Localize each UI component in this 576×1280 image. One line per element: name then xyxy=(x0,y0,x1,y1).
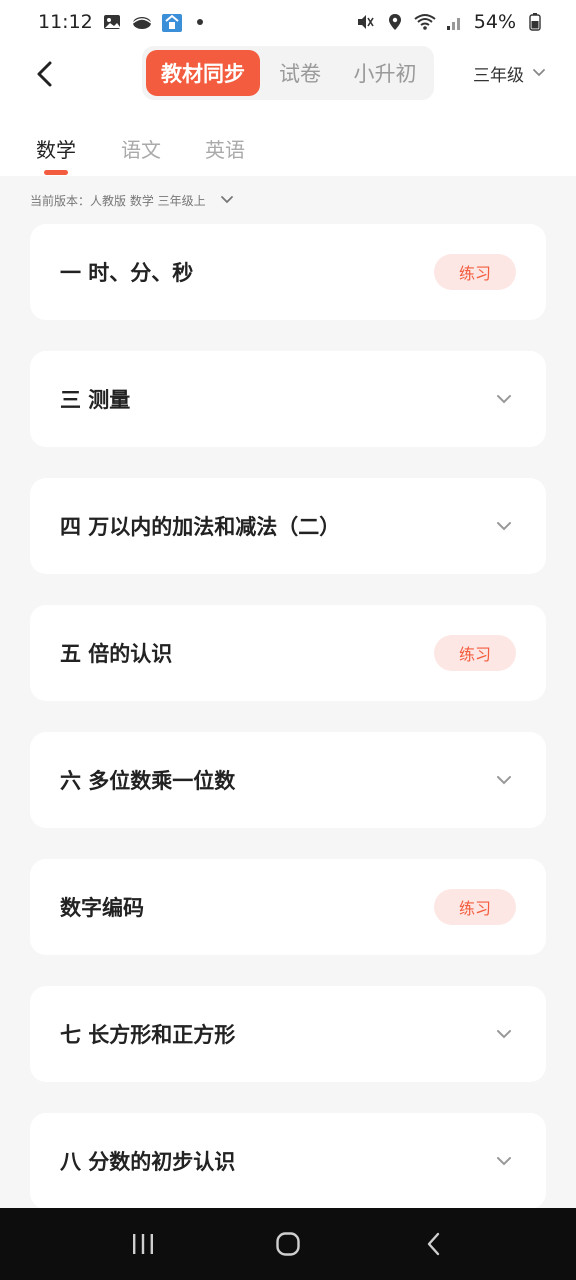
recent-apps-button[interactable] xyxy=(123,1224,163,1264)
tab-english[interactable]: 英语 xyxy=(205,134,245,163)
chapter-card[interactable]: 八 分数的初步认识 xyxy=(30,1113,546,1209)
chapter-title: 五 倍的认识 xyxy=(60,642,173,666)
segment-textbook-sync[interactable]: 教材同步 xyxy=(146,50,260,96)
cloud-icon xyxy=(131,11,153,33)
system-nav-bar xyxy=(0,1208,576,1280)
grade-selector[interactable]: 三年级 xyxy=(473,56,546,90)
segment-primary-to-middle[interactable]: 小升初 xyxy=(340,50,430,96)
status-left: 11:12 xyxy=(38,11,203,33)
recent-apps-icon xyxy=(132,1234,153,1254)
back-button[interactable] xyxy=(24,52,64,96)
chapter-title: 四 万以内的加法和减法（二） xyxy=(60,515,341,539)
chapter-card[interactable]: 七 长方形和正方形 xyxy=(30,986,546,1082)
system-back-button[interactable] xyxy=(413,1224,453,1264)
app-notification-icon xyxy=(161,11,183,33)
chevron-down-icon[interactable] xyxy=(494,1151,514,1171)
segment-control: 教材同步 试卷 小升初 xyxy=(142,46,434,100)
header: 教材同步 试卷 小升初 三年级 xyxy=(0,44,576,104)
practice-button[interactable]: 练习 xyxy=(434,254,516,290)
back-icon xyxy=(428,1232,440,1256)
tab-math[interactable]: 数学 xyxy=(36,134,76,163)
location-icon xyxy=(384,11,406,33)
chevron-down-icon[interactable] xyxy=(494,389,514,409)
home-button[interactable] xyxy=(268,1224,308,1264)
mute-icon xyxy=(354,11,376,33)
chapter-card[interactable]: 数字编码 练习 xyxy=(30,859,546,955)
chevron-down-icon xyxy=(220,196,233,204)
status-time: 11:12 xyxy=(38,11,93,33)
chapter-title: 八 分数的初步认识 xyxy=(60,1150,236,1174)
status-right: 54% xyxy=(354,11,546,33)
chapter-card[interactable]: 一 时、分、秒 练习 xyxy=(30,224,546,320)
grade-label: 三年级 xyxy=(473,65,524,86)
signal-icon xyxy=(444,11,466,33)
chapter-card[interactable]: 五 倍的认识 练习 xyxy=(30,605,546,701)
wifi-icon xyxy=(414,11,436,33)
chapter-card[interactable]: 三 测量 xyxy=(30,351,546,447)
chevron-down-icon[interactable] xyxy=(494,770,514,790)
gallery-icon xyxy=(101,11,123,33)
chapter-title: 七 长方形和正方形 xyxy=(60,1023,236,1047)
version-selector[interactable]: 当前版本：人教版 数学 三年级上 xyxy=(30,188,234,212)
chapter-title: 一 时、分、秒 xyxy=(60,261,194,285)
chevron-down-icon xyxy=(533,69,545,77)
home-icon xyxy=(276,1232,300,1256)
chapter-title: 数字编码 xyxy=(60,896,144,920)
battery-percent: 54% xyxy=(473,11,516,33)
tab-chinese[interactable]: 语文 xyxy=(121,134,161,163)
chapter-title: 六 多位数乘一位数 xyxy=(60,769,236,793)
subject-tabs: 数学 语文 英语 xyxy=(0,104,576,176)
practice-button[interactable]: 练习 xyxy=(434,889,516,925)
back-arrow-icon xyxy=(37,61,52,87)
chevron-down-icon[interactable] xyxy=(494,1024,514,1044)
version-label: 当前版本：人教版 数学 三年级上 xyxy=(30,193,206,208)
status-bar: 11:12 54% xyxy=(0,0,576,44)
chevron-down-icon[interactable] xyxy=(494,516,514,536)
chapter-card[interactable]: 四 万以内的加法和减法（二） xyxy=(30,478,546,574)
battery-icon xyxy=(524,11,546,33)
active-tab-indicator xyxy=(44,170,68,175)
chapter-card[interactable]: 六 多位数乘一位数 xyxy=(30,732,546,828)
segment-exam-papers[interactable]: 试卷 xyxy=(260,50,340,96)
chapter-title: 三 测量 xyxy=(60,388,131,412)
practice-button[interactable]: 练习 xyxy=(434,635,516,671)
notification-dot xyxy=(196,19,203,25)
